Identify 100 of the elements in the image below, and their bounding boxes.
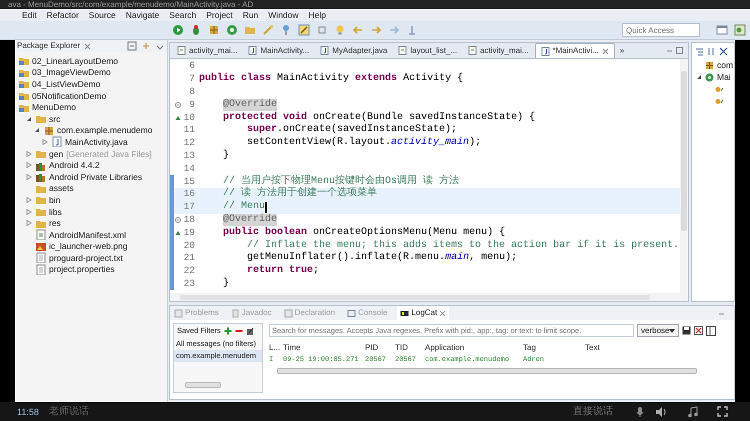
tree-item[interactable]: src: [49, 114, 60, 124]
arrow-left-icon[interactable]: [352, 24, 364, 36]
tree-item[interactable]: AndroidManifest.xml: [49, 230, 126, 240]
expanded-arrow-icon[interactable]: [34, 127, 40, 134]
menu-item[interactable]: Refactor: [46, 10, 79, 20]
line-number: 21: [182, 252, 195, 264]
arrow-right-icon[interactable]: [388, 24, 400, 36]
expanded-arrow-icon[interactable]: [26, 116, 32, 122]
menu-item[interactable]: Run: [242, 10, 258, 20]
editor-tab[interactable]: activity_mai...: [172, 43, 242, 58]
menu-item[interactable]: Help: [308, 10, 326, 20]
package-icon[interactable]: [208, 24, 220, 36]
collapsed-arrow-icon[interactable]: [26, 150, 32, 157]
link-icon[interactable]: [141, 41, 151, 51]
talk-button[interactable]: 直接说话: [573, 406, 613, 417]
quick-access-field[interactable]: Quick Access: [622, 23, 700, 37]
tree-item[interactable]: bin: [49, 194, 60, 205]
column-header[interactable]: PID: [365, 343, 395, 353]
tree-item[interactable]: project.properties: [49, 264, 115, 274]
editor-tab[interactable]: MainActivity...: [243, 43, 314, 58]
add-icon[interactable]: [224, 327, 232, 335]
tree-item[interactable]: libs: [49, 206, 62, 217]
tree-item[interactable]: Android Private Libraries: [49, 172, 142, 182]
column-header[interactable]: Time: [283, 343, 365, 353]
editor-tab[interactable]: MyAdapter.java: [315, 43, 392, 58]
tree-item[interactable]: proguard-project.txt: [49, 252, 123, 263]
close-icon[interactable]: [439, 310, 446, 316]
tree-item[interactable]: MenuDemo: [32, 102, 76, 112]
edit-icon[interactable]: [246, 327, 254, 335]
collapsed-arrow-icon[interactable]: [26, 174, 32, 180]
layout-icon[interactable]: [706, 326, 716, 336]
column-header[interactable]: L...: [269, 343, 283, 353]
menu-item[interactable]: Source: [88, 10, 116, 20]
column-header[interactable]: TID: [395, 343, 425, 353]
remove-icon[interactable]: [234, 327, 243, 335]
microphone-icon[interactable]: [635, 406, 645, 418]
level-dropdown[interactable]: verbose: [637, 324, 679, 337]
close-icon[interactable]: [84, 42, 92, 50]
maximize-icon[interactable]: [675, 46, 684, 55]
window-icon[interactable]: [716, 24, 728, 36]
bulb-icon[interactable]: [334, 24, 346, 36]
menu-item[interactable]: Project: [206, 10, 233, 20]
clear-icon[interactable]: [694, 326, 703, 335]
pin-icon[interactable]: [280, 24, 292, 36]
project-folder-icon: [18, 78, 29, 90]
class-icon[interactable]: [226, 24, 238, 36]
tree-item[interactable]: 02_LinearLayoutDemo: [32, 56, 118, 66]
outline-item[interactable]: Mai: [717, 72, 731, 82]
tree-item[interactable]: res: [49, 218, 61, 228]
fold-icon[interactable]: [174, 216, 180, 223]
tree-item[interactable]: ic_launcher-web.png: [49, 241, 128, 252]
tree-item[interactable]: Android 4.4.2: [49, 160, 100, 170]
speaker-icon[interactable]: [655, 406, 667, 418]
menu-item[interactable]: Edit: [22, 10, 37, 20]
fold-icon[interactable]: [174, 102, 180, 108]
editor-tab[interactable]: layout_list_...: [393, 43, 462, 58]
expanded-arrow-icon[interactable]: [696, 74, 702, 80]
collapsed-arrow-icon[interactable]: [26, 196, 32, 203]
tree-item[interactable]: 04_ListViewDemo: [32, 78, 100, 89]
collapsed-arrow-icon[interactable]: [26, 162, 32, 168]
column-header[interactable]: Text: [585, 343, 635, 353]
pen-icon[interactable]: [298, 24, 310, 36]
bug-icon[interactable]: [190, 24, 202, 36]
close-icon[interactable]: [602, 48, 609, 54]
tree-item[interactable]: assets: [49, 183, 74, 194]
menu-item[interactable]: Navigate: [126, 10, 160, 20]
column-header[interactable]: Tag: [523, 343, 585, 353]
scrollbar-thumb[interactable]: [180, 294, 650, 300]
outline-icon[interactable]: [695, 46, 704, 56]
file-icon: [468, 46, 478, 55]
arrow-right-icon[interactable]: [370, 24, 382, 36]
perspective-icon[interactable]: [734, 24, 746, 36]
collapsed-arrow-icon[interactable]: [26, 220, 32, 226]
tree-item[interactable]: MainActivity.java: [65, 136, 128, 147]
play-icon[interactable]: [172, 24, 184, 36]
scrollbar-thumb[interactable]: [681, 71, 687, 231]
sort-icon[interactable]: [707, 46, 716, 56]
tab-overflow-button[interactable]: »: [616, 46, 628, 56]
collapsed-arrow-icon[interactable]: [26, 208, 32, 215]
outline-item[interactable]: com: [717, 60, 734, 70]
collapse-icon[interactable]: [127, 41, 137, 51]
panel-tab[interactable]: LogCat: [397, 306, 450, 320]
fullscreen-icon[interactable]: [717, 406, 728, 417]
collapsed-arrow-icon[interactable]: [42, 138, 48, 145]
save-icon[interactable]: [682, 326, 691, 335]
filter-icon[interactable]: [719, 46, 728, 56]
menu-item[interactable]: Search: [169, 10, 196, 20]
column-header[interactable]: Application: [425, 343, 523, 353]
menu-item[interactable]: Window: [268, 10, 299, 20]
tree-item[interactable]: com.example.menudemo: [57, 125, 152, 136]
tree-item[interactable]: 05NotificationDemo: [32, 90, 106, 101]
scrollbar-thumb[interactable]: [277, 368, 697, 374]
editor-tab[interactable]: *MainActivi...: [534, 43, 615, 58]
scrollbar-thumb[interactable]: [185, 382, 221, 388]
editor-tab[interactable]: activity_mai...: [463, 43, 534, 58]
wand-icon[interactable]: [262, 24, 274, 36]
square-icon[interactable]: [316, 24, 328, 36]
tree-item[interactable]: gen: [49, 148, 64, 159]
tree-item[interactable]: 03_ImageViewDemo: [32, 67, 111, 78]
music-icon[interactable]: [687, 406, 699, 418]
